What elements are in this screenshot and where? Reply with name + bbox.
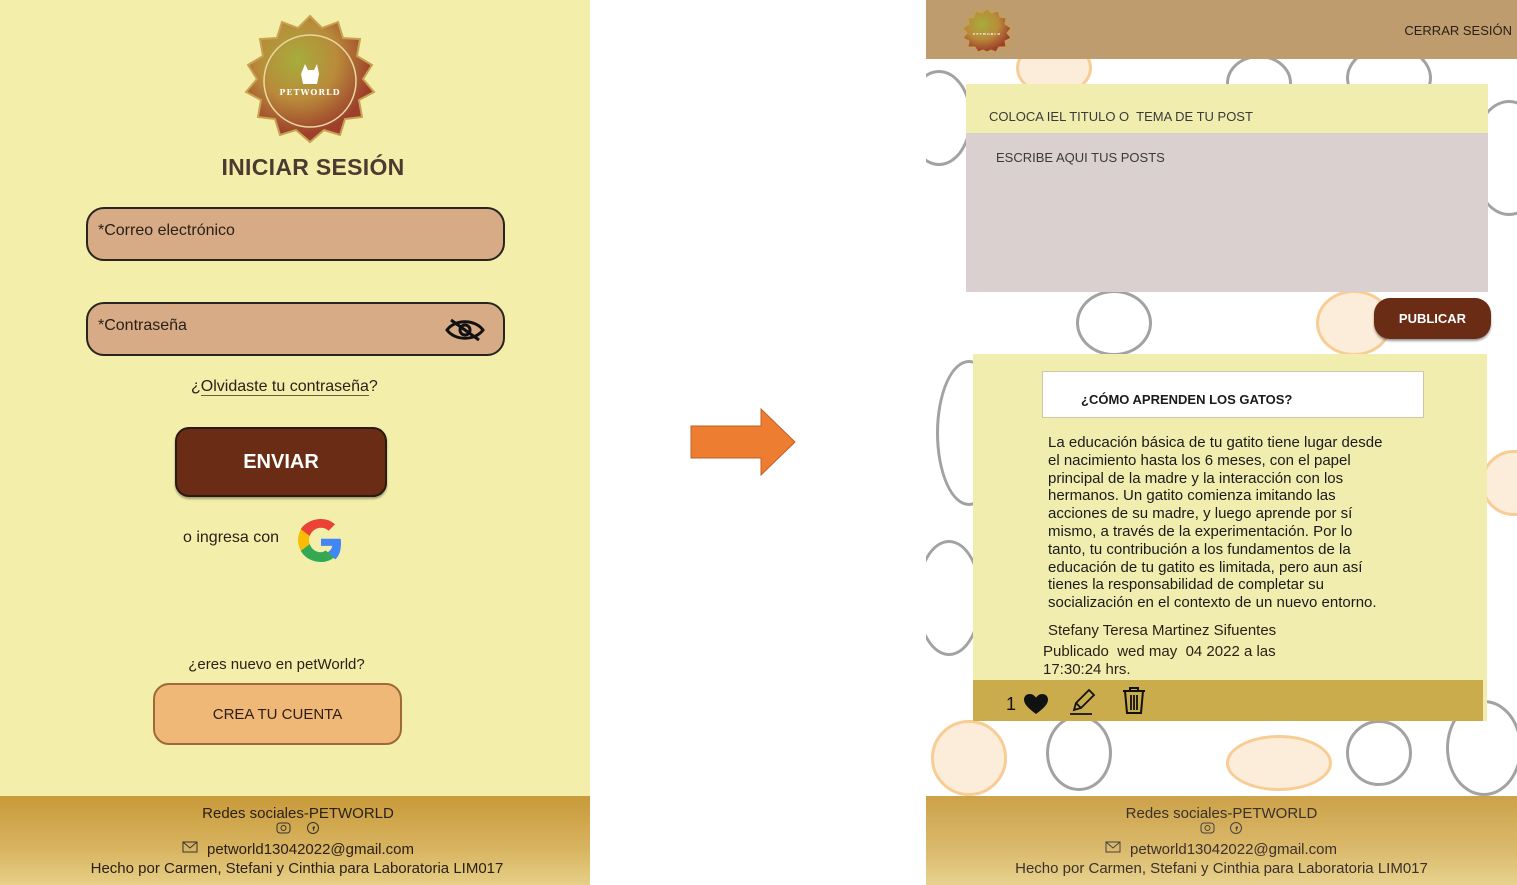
create-account-button[interactable]: CREA TU CUENTA — [153, 683, 402, 745]
publish-button[interactable]: PUBLICAR — [1374, 298, 1491, 339]
post-body-line: tienes la responsabilidad de completar s… — [1048, 576, 1324, 594]
feed-logo-text: PETWORLD — [973, 32, 1001, 36]
eye-slash-icon[interactable] — [445, 316, 485, 344]
post-title: ¿CÓMO APRENDEN LOS GATOS? — [1042, 371, 1424, 418]
email-field[interactable]: *Correo electrónico — [86, 207, 505, 261]
submit-button[interactable]: ENVIAR — [175, 427, 387, 497]
post-body-line: acciones de su madre, y luego aprende po… — [1048, 505, 1353, 523]
post-title-placeholder: COLOCA IEL TITULO O TEMA DE TU POST — [989, 109, 1253, 124]
contact-email: petworld13042022@gmail.com — [1130, 841, 1338, 858]
forgot-prefix: ¿ — [191, 378, 201, 395]
logo-text: PETWORLD — [279, 87, 341, 97]
credits: Hecho por Carmen, Stefani y Cinthia para… — [1015, 860, 1428, 877]
forgot-password: ¿Olvidaste tu contraseña? — [191, 378, 378, 396]
post-body-line: tanto, tu contribución a los fundamentos… — [1048, 540, 1351, 558]
post-body-line: hermanos. Un gatito comienza imitando la… — [1048, 487, 1336, 505]
social-title: Redes sociales-PETWORLD — [202, 805, 394, 822]
alt-login-label: o ingresa con — [183, 529, 280, 546]
post-title-input[interactable]: COLOCA IEL TITULO O TEMA DE TU POST — [966, 84, 1488, 133]
facebook-icon[interactable] — [305, 822, 321, 834]
post-textarea-placeholder: ESCRIBE AQUI TUS POSTS — [996, 150, 1165, 165]
arrow-right-icon — [690, 408, 796, 476]
post-title-text: ¿CÓMO APRENDEN LOS GATOS? — [1081, 392, 1293, 407]
post-body: La educación básica de tu gatito tiene l… — [1048, 434, 1468, 612]
post-body-line: socialización en el contexto de un nuevo… — [1048, 594, 1377, 612]
logout-button[interactable]: CERRAR SESIÓN — [1404, 23, 1512, 38]
edit-icon[interactable] — [1068, 688, 1096, 716]
login-screen: PETWORLD INICIAR SESIÓN *Correo electrón… — [0, 0, 590, 885]
feed-footer: Redes sociales-PETWORLD petworld13042022… — [926, 796, 1517, 885]
facebook-icon[interactable] — [1228, 822, 1244, 834]
page-title: INICIAR SESIÓN — [221, 154, 405, 180]
new-user-text: ¿eres nuevo en petWorld? — [188, 656, 365, 673]
heart-icon[interactable] — [1023, 693, 1049, 715]
post-body-line: La educación básica de tu gatito tiene l… — [1048, 434, 1383, 451]
logo-badge-icon — [962, 8, 1012, 53]
password-placeholder: *Contraseña — [98, 317, 187, 334]
post-body-line: mismo, a través de la experimentación. P… — [1048, 522, 1353, 540]
feed-logo: PETWORLD — [961, 8, 1013, 53]
trash-icon[interactable] — [1120, 685, 1148, 715]
forgot-suffix: ? — [368, 378, 378, 395]
contact-email: petworld13042022@gmail.com — [207, 841, 415, 858]
post-author: Stefany Teresa Martinez Sifuentes — [1048, 622, 1277, 639]
post-body-line: educación de tu gatito es limitada, pero… — [1048, 558, 1363, 576]
post-actions: 1 — [973, 680, 1483, 721]
logo-badge-icon — [244, 14, 376, 144]
instagram-icon[interactable] — [276, 822, 292, 834]
google-icon[interactable] — [297, 518, 345, 566]
post-textarea[interactable]: ESCRIBE AQUI TUS POSTS — [966, 133, 1488, 292]
post-card: ¿CÓMO APRENDEN LOS GATOS? La educación b… — [973, 354, 1487, 721]
post-body-line: principal de la madre y la interacción c… — [1048, 469, 1344, 487]
post-date-line: Publicado wed may 04 2022 a las — [1043, 643, 1276, 660]
mail-icon — [182, 841, 198, 853]
post-date-time: 17:30:24 hrs. — [1043, 661, 1131, 678]
credits: Hecho por Carmen, Stefani y Cinthia para… — [90, 860, 504, 877]
post-date: Publicado wed may 04 2022 a las 17:30:24… — [1043, 643, 1276, 679]
email-placeholder: *Correo electrónico — [98, 222, 235, 239]
feed-screen: PETWORLD CERRAR SESIÓN COLOCA IEL TITULO… — [926, 0, 1517, 885]
mail-icon — [1105, 841, 1121, 853]
like-count: 1 — [1006, 694, 1017, 714]
social-title: Redes sociales-PETWORLD — [1125, 805, 1318, 822]
petworld-logo: PETWORLD — [241, 14, 379, 152]
footer: Redes sociales-PETWORLD petworld13042022… — [0, 796, 590, 885]
password-field[interactable]: *Contraseña — [86, 302, 505, 356]
instagram-icon[interactable] — [1200, 822, 1216, 834]
post-body-line: el nacimiento hasta los 6 meses, con el … — [1048, 451, 1351, 469]
forgot-password-link[interactable]: Olvidaste tu contraseña — [200, 378, 369, 396]
